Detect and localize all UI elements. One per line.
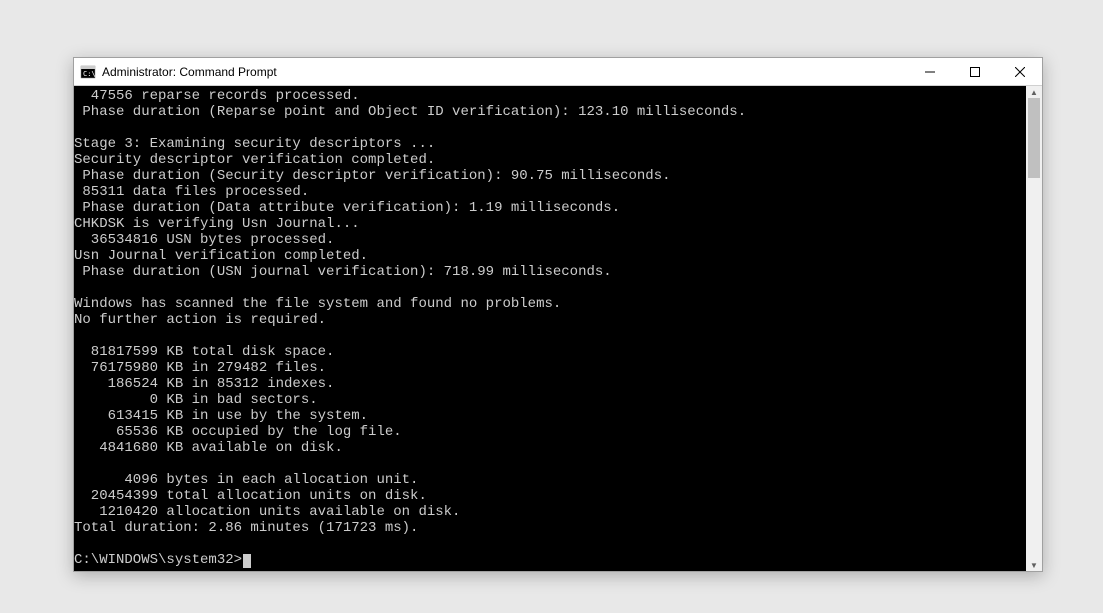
- titlebar[interactable]: C:\ Administrator: Command Prompt: [74, 58, 1042, 86]
- terminal-area: 47556 reparse records processed. Phase d…: [74, 86, 1042, 571]
- terminal-output[interactable]: 47556 reparse records processed. Phase d…: [74, 86, 1026, 571]
- scroll-up-icon[interactable]: ▲: [1026, 86, 1042, 98]
- command-prompt-window: C:\ Administrator: Command Prompt 47556 …: [73, 57, 1043, 572]
- scroll-down-icon[interactable]: ▼: [1026, 559, 1042, 571]
- minimize-button[interactable]: [907, 58, 952, 85]
- prompt: C:\WINDOWS\system32>: [74, 552, 242, 568]
- scrollbar-thumb[interactable]: [1028, 98, 1040, 178]
- window-controls: [907, 58, 1042, 85]
- window-title: Administrator: Command Prompt: [102, 65, 907, 79]
- vertical-scrollbar[interactable]: ▲ ▼: [1026, 86, 1042, 571]
- svg-text:C:\: C:\: [83, 70, 96, 78]
- maximize-button[interactable]: [952, 58, 997, 85]
- app-icon: C:\: [80, 64, 96, 80]
- cursor: [243, 554, 251, 568]
- close-button[interactable]: [997, 58, 1042, 85]
